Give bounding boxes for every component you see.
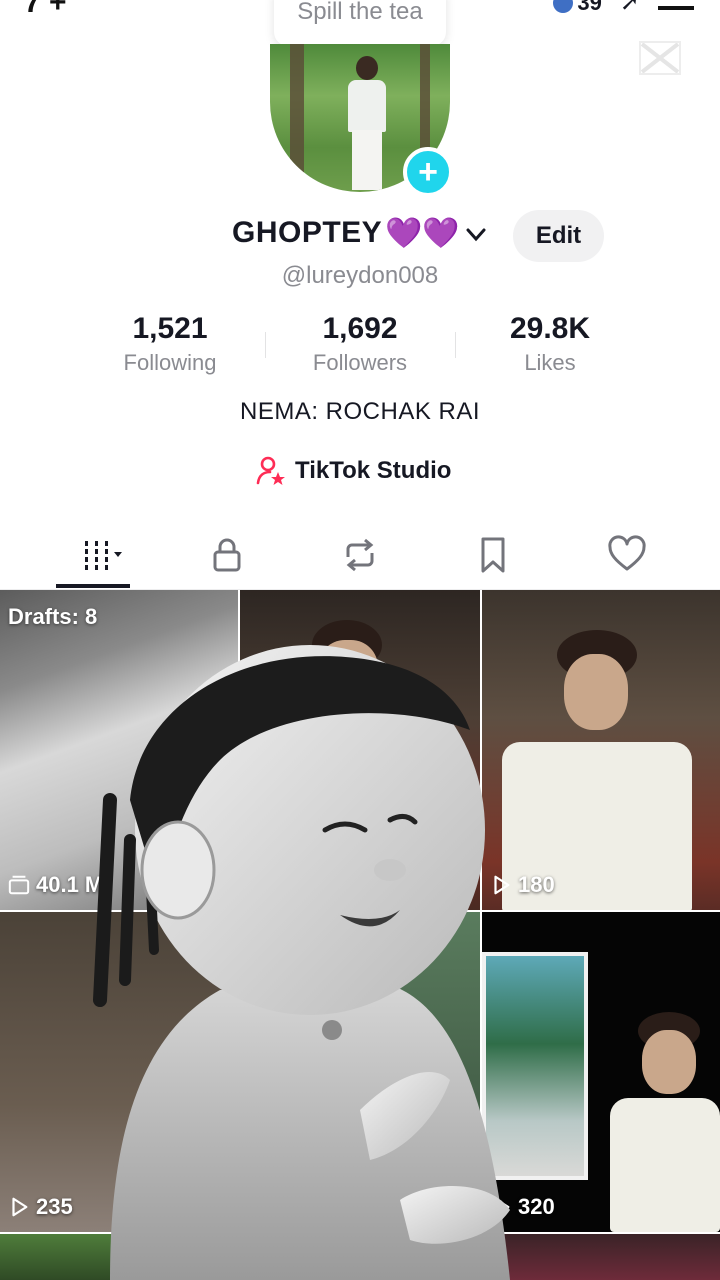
drafts-count: Drafts: 8 xyxy=(8,604,98,629)
video-subject xyxy=(600,1012,720,1232)
stat-following[interactable]: 1,521 Following xyxy=(85,312,255,376)
tab-reposts[interactable] xyxy=(330,530,390,580)
share-arrow-icon[interactable]: ➚ xyxy=(620,0,640,17)
video-tile[interactable]: 180 xyxy=(482,590,720,910)
tab-videos[interactable] xyxy=(64,530,134,580)
tiktok-studio-link[interactable]: TikTok Studio xyxy=(255,455,451,487)
status-left: 7 + xyxy=(24,0,67,19)
drafts-tile[interactable]: Drafts: 8 40.1 M xyxy=(0,590,238,910)
divider xyxy=(455,332,456,358)
video-stat: 320 xyxy=(490,1194,555,1220)
username: GHOPTEY xyxy=(232,216,383,249)
video-tile[interactable] xyxy=(0,1234,238,1280)
video-stat: 235 xyxy=(8,1194,73,1220)
grid-bars-icon xyxy=(85,541,122,570)
stat-followers[interactable]: 1,692 Followers xyxy=(275,312,445,376)
video-stat: 180 xyxy=(490,872,555,898)
bookmark-icon xyxy=(481,537,505,573)
active-tab-indicator xyxy=(56,584,130,588)
tree-trunk xyxy=(290,44,304,192)
tab-liked[interactable] xyxy=(597,530,657,580)
capcut-watermark-icon xyxy=(639,41,681,75)
repost-icon xyxy=(346,538,374,572)
inset-photo xyxy=(482,952,588,1180)
video-tile[interactable] xyxy=(240,590,480,910)
avatar-person xyxy=(342,52,392,192)
video-tile[interactable] xyxy=(240,912,480,1232)
notification-count[interactable]: 39 xyxy=(553,0,602,16)
studio-person-star-icon xyxy=(256,456,285,485)
edit-profile-button[interactable]: Edit xyxy=(513,210,604,262)
add-story-button[interactable]: + xyxy=(403,147,453,197)
content-tabs xyxy=(0,520,720,590)
video-grid: Drafts: 8 40.1 M 180 235 320 xyxy=(0,590,720,1280)
divider xyxy=(265,332,266,358)
chevron-down-icon[interactable] xyxy=(466,228,486,242)
video-tile[interactable]: 320 xyxy=(482,912,720,1232)
lock-icon xyxy=(213,538,241,572)
video-tile[interactable]: 235 xyxy=(0,912,238,1232)
user-handle: @lureydon008 xyxy=(281,262,439,289)
play-icon xyxy=(494,875,510,895)
video-tile[interactable] xyxy=(482,1234,720,1280)
stat-likes[interactable]: 29.8K Likes xyxy=(465,312,635,376)
menu-icon[interactable] xyxy=(658,5,694,10)
video-subject xyxy=(300,610,420,890)
video-stat: 40.1 M xyxy=(8,872,103,898)
video-tile[interactable] xyxy=(240,1234,480,1280)
play-icon xyxy=(12,1197,28,1217)
spill-tea-bubble[interactable]: Spill the tea xyxy=(274,0,446,54)
heart-outline-icon xyxy=(608,535,646,571)
name-row: GHOPTEY 💜💜 Edit xyxy=(0,210,720,262)
purple-hearts: 💜💜 xyxy=(385,217,460,250)
tab-private[interactable] xyxy=(197,530,257,580)
status-right: 39 ➚ xyxy=(553,0,694,17)
avatar-dot xyxy=(553,0,574,13)
profile-stats: 1,521 Following 1,692 Followers 29.8K Li… xyxy=(0,312,720,382)
profile-bio: NEMA: ROCHAK RAI xyxy=(239,398,481,425)
profile-screen: 7 + 39 ➚ Spill the tea + GHOPTEY 💜💜 Edit… xyxy=(0,0,720,1280)
gallery-icon xyxy=(8,875,30,895)
tab-favorites[interactable] xyxy=(463,530,523,580)
video-subject xyxy=(502,630,702,910)
play-icon xyxy=(494,1197,510,1217)
